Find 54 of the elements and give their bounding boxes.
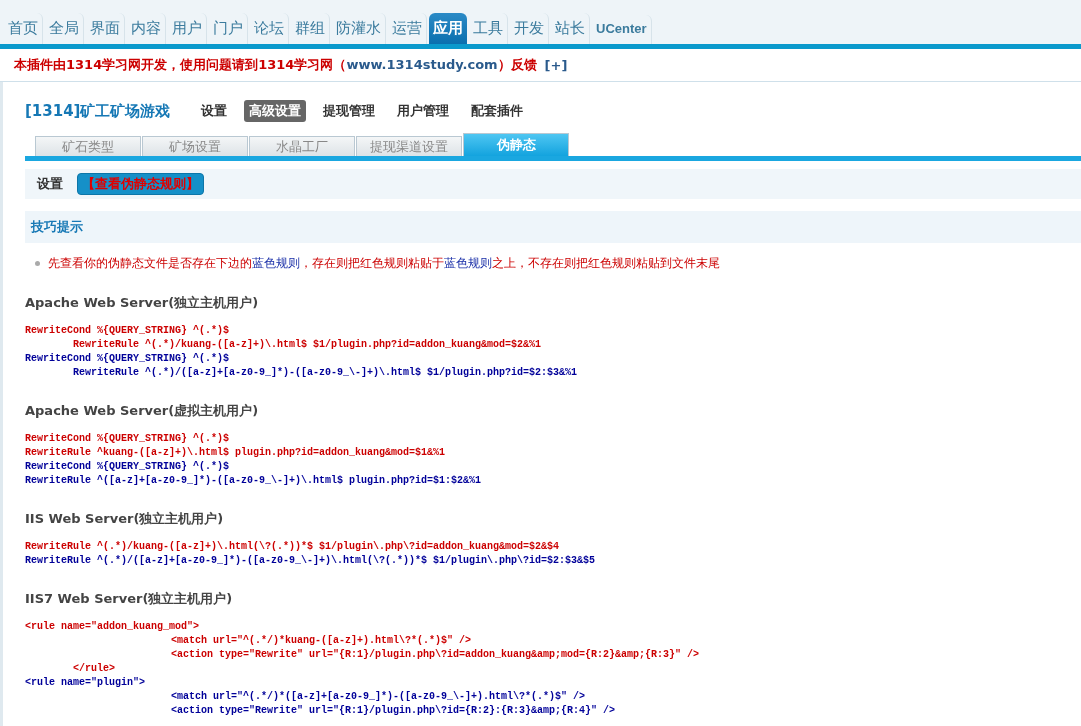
section-title: IIS Web Server(独立主机用户) [25, 510, 225, 528]
nav-tab[interactable]: 门户 [209, 13, 248, 44]
code-line: <match url="^(.*/)*kuang-([a-z]+).html\?*(.*)$" /> [171, 635, 472, 646]
website-link[interactable]: www.1314study.com [346, 57, 498, 72]
nav-tab[interactable]: 首页 [4, 13, 43, 44]
settings-tab[interactable]: 提现渠道设置 [356, 136, 462, 156]
nav-tab[interactable]: 工具 [469, 13, 508, 44]
plugin-title: [1314]矿工矿场游戏 [25, 101, 171, 121]
plugin-menu-item[interactable]: 用户管理 [392, 100, 455, 122]
nav-tab[interactable]: 全局 [45, 13, 84, 44]
code-line: RewriteRule ^(.*)/kuang-([a-z]+)\.html$ $1/plugin.php?id=addon_kuang&mod=$2&%1 [73, 339, 542, 350]
nav-tab[interactable]: 运营 [388, 13, 427, 44]
section-title: Apache Web Server(独立主机用户) [25, 294, 260, 312]
bullet-icon [35, 261, 40, 266]
plugin-menu-item[interactable]: 高级设置 [244, 100, 307, 122]
code-line: </rule> [73, 663, 115, 674]
nav-tab[interactable]: 开发 [510, 13, 549, 44]
section-title: Apache Web Server(虚拟主机用户) [25, 402, 260, 420]
section-title: IIS7 Web Server(独立主机用户) [25, 590, 234, 608]
code-line: <action type="Rewrite" url="{R:1}/plugin.php\?id={R:2}:{R:3}&amp;{R:4}" /> [171, 705, 616, 716]
settings-tab[interactable]: 矿石类型 [35, 136, 141, 156]
nav-tab[interactable]: 防灌水 [332, 13, 386, 44]
code-line: RewriteRule ^kuang-([a-z]+)\.html$ plugin.php?id=addon_kuang&mod=$1&%1 [25, 447, 446, 458]
code-line: RewriteRule ^(.*)/([a-z]+[a-z0-9_]*)-([a-z0-9_\-]+)\.html(\?(.*))*$ $1/plugin\.php\?id=$2:$3&$5 [25, 555, 596, 566]
code-line: RewriteRule ^(.*)/kuang-([a-z]+)\.html(\?(.*))*$ $1/plugin\.php\?id=addon_kuang&mod=$2&$4 [25, 541, 560, 552]
nav-tab[interactable]: 应用 [429, 13, 467, 44]
tip-text: 先查看你的伪静态文件是否存在下边的蓝色规则，存在则把红色规则粘贴于蓝色规则之上，不存在则把红色规则粘贴到文件末尾 [48, 255, 720, 272]
code-line: RewriteRule ^(.*)/([a-z]+[a-z0-9_]*)-([a-z0-9_\-]+)\.html$ $1/plugin.php?id=$2:$3&%1 [73, 367, 578, 378]
nav-tab[interactable]: 站长 [551, 13, 590, 44]
nav-tab[interactable]: 内容 [127, 13, 166, 44]
settings-tab[interactable]: 矿场设置 [142, 136, 248, 156]
toolbar-label: 设置 [37, 175, 63, 193]
code-line: <action type="Rewrite" url="{R:1}/plugin.php\?id=addon_kuang&amp;mod={R:2}&amp;{R:3}" /> [171, 649, 700, 660]
settings-tab[interactable]: 水晶工厂 [249, 136, 355, 156]
plugin-menu-item[interactable]: 设置 [196, 100, 233, 122]
nav-tab[interactable]: 用户 [168, 13, 207, 44]
code-line: RewriteCond %{QUERY_STRING} ^(.*)$ [25, 325, 230, 336]
plugin-notice: 本插件由1314学习网开发，使用问题请到1314学习网（www.1314study.com）反馈 [14, 56, 537, 74]
tips-title: 技巧提示 [31, 218, 83, 236]
nav-tab[interactable]: 群组 [291, 13, 330, 44]
code-line: <rule name="plugin"> [25, 677, 146, 688]
code-line: RewriteCond %{QUERY_STRING} ^(.*)$ [25, 433, 230, 444]
settings-tab[interactable]: 伪静态 [463, 133, 569, 156]
code-line: <rule name="addon_kuang_mod"> [25, 621, 200, 632]
plugin-menu-item[interactable]: 提现管理 [318, 100, 381, 122]
nav-tab[interactable]: UCenter [592, 15, 652, 44]
code-line: RewriteCond %{QUERY_STRING} ^(.*)$ [25, 353, 230, 364]
code-line: RewriteRule ^([a-z]+[a-z0-9_]*)-([a-z0-9_\-]+)\.html$ plugin.php?id=$1:$2&%1 [25, 475, 482, 486]
expand-toggle[interactable]: [+] [544, 57, 568, 73]
nav-tab[interactable]: 论坛 [250, 13, 289, 44]
nav-tab[interactable]: 界面 [86, 13, 125, 44]
code-line: RewriteCond %{QUERY_STRING} ^(.*)$ [25, 461, 230, 472]
plugin-menu-item[interactable]: 配套插件 [466, 100, 529, 122]
code-line: <match url="^(.*/)*([a-z]+[a-z0-9_]*)-([a-z0-9_\-]+).html\?*(.*)$" /> [171, 691, 586, 702]
